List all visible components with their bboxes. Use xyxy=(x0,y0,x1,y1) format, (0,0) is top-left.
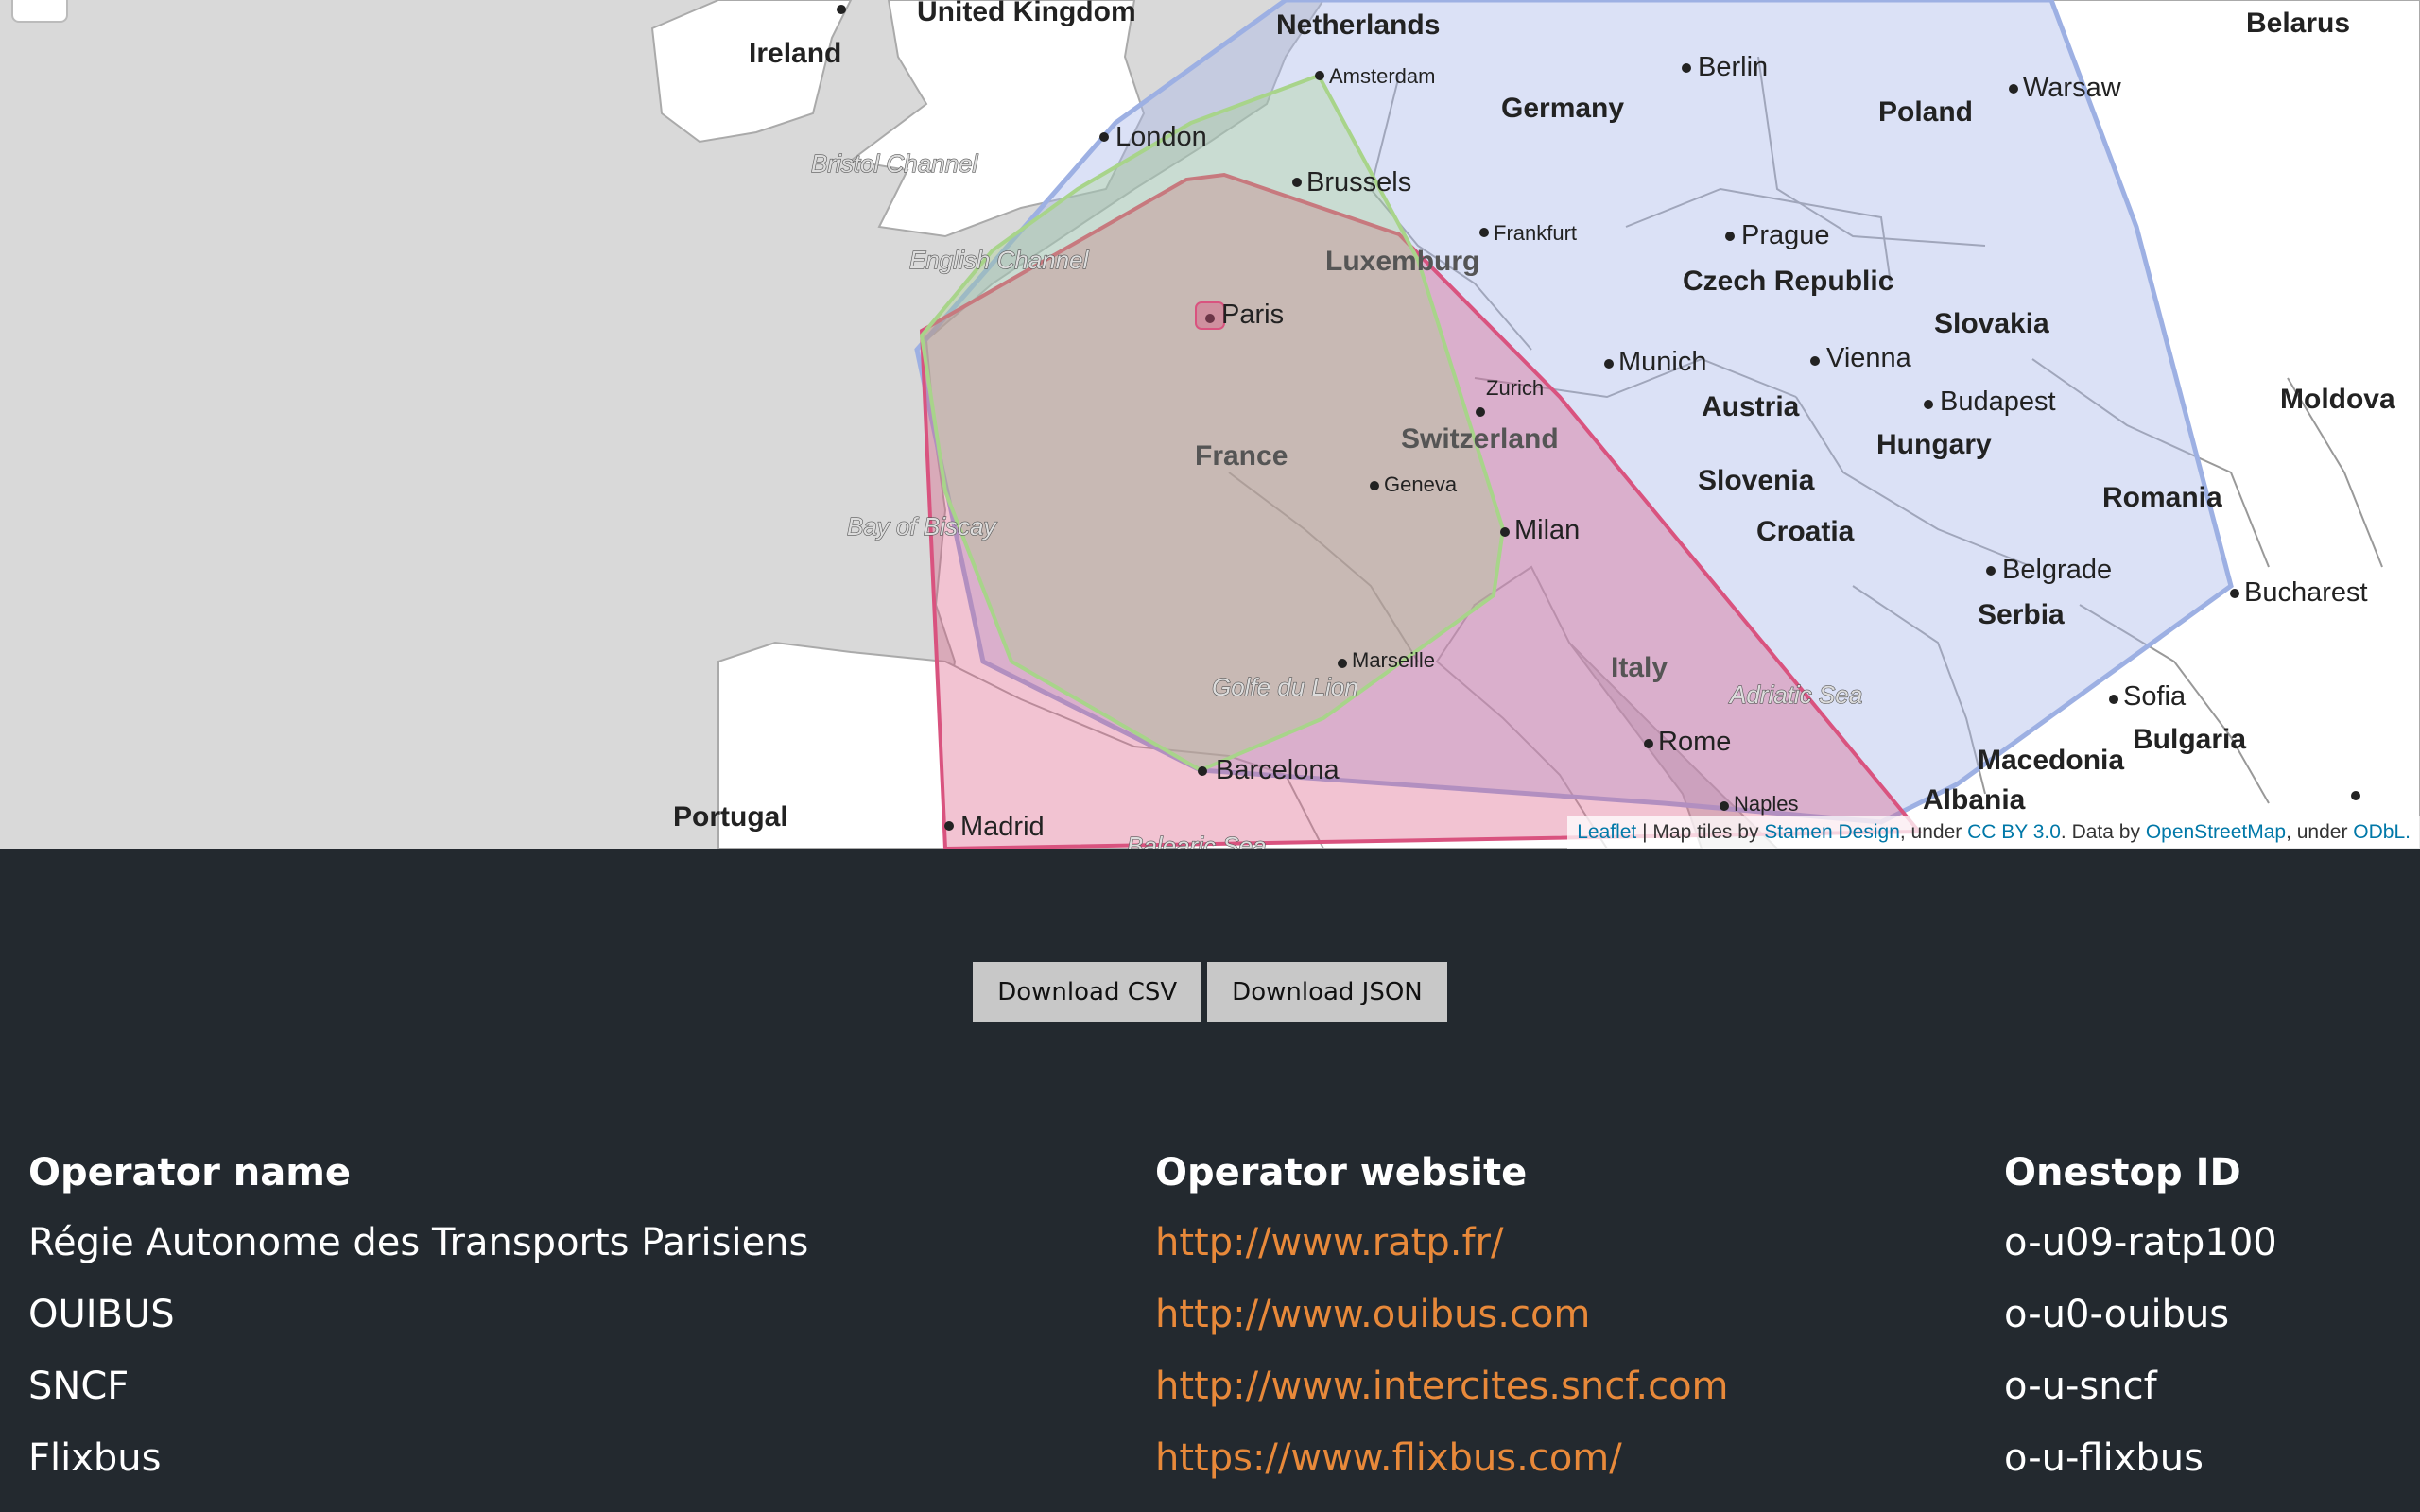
map-label-serbia: Serbia xyxy=(1978,599,2065,630)
map-label-hungary: Hungary xyxy=(1876,429,1992,460)
land-ireland xyxy=(650,0,853,144)
map-label-milan: Milan xyxy=(1514,515,1580,545)
map-label-bulgaria: Bulgaria xyxy=(2133,724,2246,755)
map-label-france: France xyxy=(1195,440,1288,472)
map-label-belarus: Belarus xyxy=(2246,8,2350,39)
map-label-moldova: Moldova xyxy=(2280,384,2395,415)
map-label-bristol-channel: Bristol Channel xyxy=(811,149,979,178)
map-label-english-channel: English Channel xyxy=(909,246,1090,274)
map-label-prague: Prague xyxy=(1741,220,1830,250)
map-label-belgrade: Belgrade xyxy=(2002,555,2112,585)
operator-website-link[interactable]: https://www.flixbus.com/ xyxy=(1155,1436,1622,1480)
operator-website-link[interactable]: http://www.intercites.sncf.com xyxy=(1155,1365,1729,1408)
map-label-warsaw: Warsaw xyxy=(2023,73,2122,103)
onestop-id: o-u-sncf xyxy=(2004,1365,2157,1408)
attribution-text-4: , under xyxy=(2286,821,2354,843)
map-label-luxemburg: Luxemburg xyxy=(1325,246,1479,277)
map-label-austria: Austria xyxy=(1702,391,1800,422)
map-label-madrid: Madrid xyxy=(960,812,1045,842)
header-onestop-id: Onestop ID xyxy=(2004,1151,2241,1194)
stamen-link[interactable]: Stamen Design xyxy=(1764,821,1900,843)
table-row: Flixbus https://www.flixbus.com/ o-u-fli… xyxy=(28,1422,2420,1494)
map-label-italy: Italy xyxy=(1611,652,1668,683)
zoom-control[interactable] xyxy=(11,0,68,23)
map-label-switzerland: Switzerland xyxy=(1401,423,1559,455)
map-label-golfe-du-lion: Golfe du Lion xyxy=(1212,673,1358,701)
leaflet-link[interactable]: Leaflet xyxy=(1577,821,1636,843)
attribution-text-1: | Map tiles by xyxy=(1636,821,1765,843)
map-label-ireland: Ireland xyxy=(749,38,841,69)
map-label-marseille: Marseille xyxy=(1352,648,1435,672)
operator-website-cell: http://www.ouibus.com xyxy=(1155,1279,2004,1350)
map-label-slovenia: Slovenia xyxy=(1698,465,1815,496)
map-label-naples: Naples xyxy=(1734,792,1798,816)
table-row: OUIBUS http://www.ouibus.com o-u0-ouibus xyxy=(28,1279,2420,1350)
map-attribution: Leaflet | Map tiles by Stamen Design, un… xyxy=(1567,816,2420,849)
map-label-london: London xyxy=(1115,122,1207,152)
map-label-poland: Poland xyxy=(1878,96,1973,128)
map-label-berlin: Berlin xyxy=(1698,52,1768,82)
operator-name: SNCF xyxy=(28,1365,130,1408)
onestop-id: o-u0-ouibus xyxy=(2004,1293,2230,1336)
map-label-balearic-sea: Balearic Sea xyxy=(1127,832,1266,849)
map-label-czech: Czech Republic xyxy=(1683,266,1893,297)
table-row: Régie Autonome des Transports Parisiens … xyxy=(28,1207,2420,1279)
map-label-bay-of-biscay: Bay of Biscay xyxy=(847,512,998,541)
download-json-button[interactable]: Download JSON xyxy=(1207,962,1447,1022)
map-label-barcelona: Barcelona xyxy=(1216,755,1340,785)
map-label-croatia: Croatia xyxy=(1756,516,1855,547)
map-label-portugal: Portugal xyxy=(673,801,788,833)
map-label-budapest: Budapest xyxy=(1940,387,2056,417)
map-label-munich: Munich xyxy=(1618,347,1707,377)
map-view[interactable]: Ireland United Kingdom Netherlands Germa… xyxy=(0,0,2420,849)
attribution-text-3: . Data by xyxy=(2060,821,2146,843)
operator-website-cell: http://www.ratp.fr/ xyxy=(1155,1207,2004,1279)
map-label-paris: Paris xyxy=(1221,300,1284,330)
map-label-vienna: Vienna xyxy=(1826,343,1912,373)
map-label-slovakia: Slovakia xyxy=(1934,308,2049,339)
map-label-frankfurt: Frankfurt xyxy=(1494,221,1577,245)
operator-name: Régie Autonome des Transports Parisiens xyxy=(28,1221,809,1264)
operator-website-cell: https://www.flixbus.com/ xyxy=(1155,1422,2004,1494)
map-label-sofia: Sofia xyxy=(2123,681,2187,712)
map-label-romania: Romania xyxy=(2102,482,2222,513)
table-header-row: Operator name Operator website Onestop I… xyxy=(28,1139,2420,1207)
operator-website-link[interactable]: http://www.ratp.fr/ xyxy=(1155,1221,1503,1264)
operator-name: Flixbus xyxy=(28,1436,162,1480)
table-row: SNCF http://www.intercites.sncf.com o-u-… xyxy=(28,1350,2420,1422)
map-label-albania: Albania xyxy=(1923,784,2026,816)
map-label-geneva: Geneva xyxy=(1384,472,1458,496)
onestop-id: o-u09-ratp100 xyxy=(2004,1221,2277,1264)
header-operator-website: Operator website xyxy=(1155,1151,1528,1194)
operator-name: OUIBUS xyxy=(28,1293,175,1336)
attribution-text-2: , under xyxy=(1899,821,1968,843)
operator-website-cell: http://www.intercites.sncf.com xyxy=(1155,1350,2004,1422)
map-label-uk: United Kingdom xyxy=(917,0,1136,27)
operator-website-link[interactable]: http://www.ouibus.com xyxy=(1155,1293,1590,1336)
header-operator-name: Operator name xyxy=(28,1151,352,1194)
osm-link[interactable]: OpenStreetMap xyxy=(2146,821,2286,843)
map-label-brussels: Brussels xyxy=(1306,167,1411,198)
onestop-id: o-u-flixbus xyxy=(2004,1436,2204,1480)
map-label-germany: Germany xyxy=(1501,93,1624,124)
map-label-adriatic-sea: Adriatic Sea xyxy=(1728,680,1862,709)
map-tiles: Ireland United Kingdom Netherlands Germa… xyxy=(650,0,2420,849)
download-csv-button[interactable]: Download CSV xyxy=(973,962,1202,1022)
odbl-link[interactable]: ODbL. xyxy=(2353,821,2411,843)
map-label-amsterdam: Amsterdam xyxy=(1329,64,1435,88)
map-label-bucharest: Bucharest xyxy=(2244,577,2368,608)
map-label-macedonia: Macedonia xyxy=(1978,745,2124,776)
download-buttons: Download CSV Download JSON xyxy=(0,962,2420,1022)
map-label-netherlands: Netherlands xyxy=(1276,9,1440,41)
map-label-rome: Rome xyxy=(1658,727,1731,757)
operators-table: Operator name Operator website Onestop I… xyxy=(28,1139,2420,1494)
ccby-link[interactable]: CC BY 3.0 xyxy=(1967,821,2061,843)
map-label-zurich: Zurich xyxy=(1486,376,1544,400)
